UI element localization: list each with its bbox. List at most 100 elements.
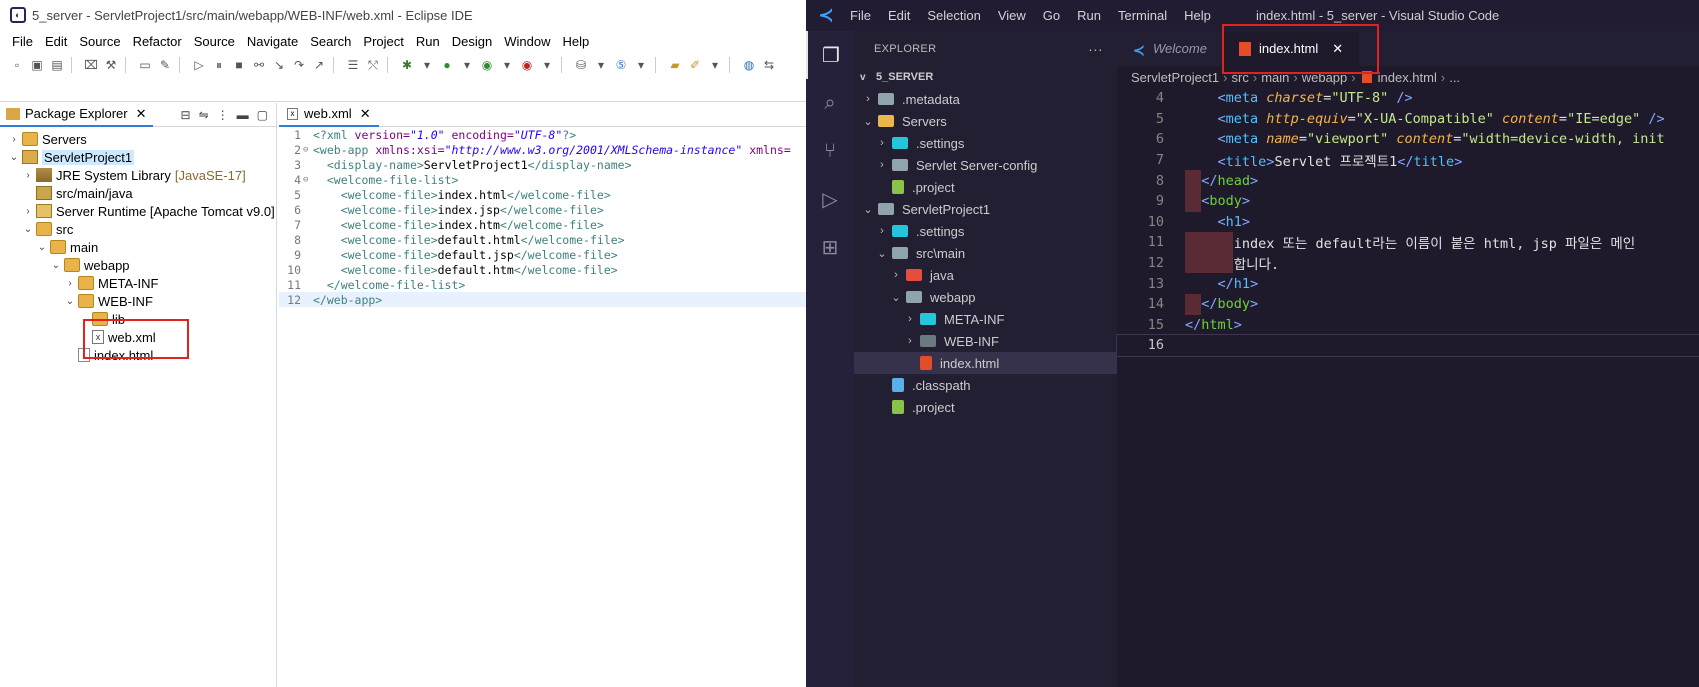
- edit-icon[interactable]: ✐: [686, 56, 704, 74]
- chevron-right-icon[interactable]: ›: [22, 170, 34, 181]
- workspace-root[interactable]: v 5_SERVER: [854, 66, 1117, 88]
- explorer-item[interactable]: .classpath: [854, 374, 1117, 396]
- maximize-icon[interactable]: ▢: [257, 108, 268, 122]
- step-over-icon[interactable]: ↷: [290, 56, 308, 74]
- explorer-item[interactable]: › WEB-INF: [854, 330, 1117, 352]
- chevron-down-icon[interactable]: ⌄: [36, 242, 48, 253]
- menu-item[interactable]: Edit: [888, 8, 910, 23]
- chevron-right-icon[interactable]: ›: [64, 278, 76, 289]
- source-control-icon[interactable]: ⑂: [806, 127, 854, 175]
- explorer-item[interactable]: ⌄ Servers: [854, 110, 1117, 132]
- tree-item[interactable]: ⌄ WEB-INF: [0, 292, 276, 310]
- chevron-right-icon[interactable]: ›: [874, 225, 890, 237]
- explorer-item[interactable]: .project: [854, 396, 1117, 418]
- menu-item[interactable]: Source: [73, 34, 126, 49]
- explorer-item[interactable]: .project: [854, 176, 1117, 198]
- menu-item[interactable]: Run: [410, 34, 446, 49]
- collapse-all-icon[interactable]: ⊟: [181, 108, 191, 122]
- menu-item[interactable]: Selection: [927, 8, 980, 23]
- chevron-down-icon[interactable]: ⌄: [8, 152, 20, 163]
- new-server-icon[interactable]: ⛁: [572, 56, 590, 74]
- chevron-down-icon[interactable]: ⌄: [64, 296, 76, 307]
- chevron-down-icon[interactable]: ▾: [706, 56, 724, 74]
- menu-item[interactable]: Terminal: [1118, 8, 1167, 23]
- explorer-item[interactable]: › Servlet Server-config: [854, 154, 1117, 176]
- tree-item[interactable]: › Server Runtime [Apache Tomcat v9.0]: [0, 202, 276, 220]
- code-area[interactable]: 4 <meta charset="UTF-8" /> 5 <meta http-e…: [1116, 88, 1699, 357]
- chevron-down-icon[interactable]: ⌄: [50, 260, 62, 271]
- menu-item[interactable]: Run: [1077, 8, 1101, 23]
- explorer-item[interactable]: › java: [854, 264, 1117, 286]
- build-icon[interactable]: ⚒: [102, 56, 120, 74]
- step-into-icon[interactable]: ↘: [270, 56, 288, 74]
- tree-item[interactable]: › JRE System Library [JavaSE-17]: [0, 166, 276, 184]
- view-menu-icon[interactable]: ⋮: [217, 108, 229, 122]
- menu-item[interactable]: Project: [357, 34, 409, 49]
- external-tools-icon[interactable]: ◉: [518, 56, 536, 74]
- tree-item[interactable]: ⌄ src: [0, 220, 276, 238]
- tab-package-explorer[interactable]: Package Explorer ✕: [0, 103, 153, 127]
- chevron-down-icon[interactable]: ⌄: [888, 291, 904, 304]
- tree-item[interactable]: › Servers: [0, 130, 276, 148]
- close-icon[interactable]: ✕: [360, 106, 371, 122]
- run-server-icon[interactable]: ◉: [478, 56, 496, 74]
- chevron-down-icon[interactable]: ⌄: [860, 203, 876, 216]
- chevron-right-icon[interactable]: ›: [874, 159, 890, 171]
- breadcrumb-item[interactable]: ...: [1449, 70, 1460, 85]
- chevron-right-icon[interactable]: ›: [22, 206, 34, 217]
- chevron-right-icon[interactable]: ›: [902, 335, 918, 347]
- chevron-right-icon[interactable]: ›: [860, 93, 876, 105]
- suspend-icon[interactable]: ⏸: [210, 56, 228, 74]
- tab-web-xml[interactable]: x web.xml ✕: [279, 103, 379, 127]
- debug-icon[interactable]: ✱: [398, 56, 416, 74]
- extensions-icon[interactable]: ⊞: [806, 223, 854, 271]
- menu-item[interactable]: View: [998, 8, 1026, 23]
- tree-item[interactable]: ⌄ webapp: [0, 256, 276, 274]
- tree-item[interactable]: ⌄ ServletProject1: [0, 148, 276, 166]
- chevron-down-icon[interactable]: ▾: [418, 56, 436, 74]
- chevron-down-icon[interactable]: ▾: [498, 56, 516, 74]
- chevron-down-icon[interactable]: ▾: [458, 56, 476, 74]
- search-icon[interactable]: ⌕: [806, 79, 854, 127]
- chevron-right-icon[interactable]: ›: [8, 134, 20, 145]
- fold-icon[interactable]: ⊖: [303, 175, 313, 185]
- breadcrumb-item[interactable]: ServletProject1: [1131, 70, 1219, 85]
- chevron-down-icon[interactable]: ⌄: [22, 224, 34, 235]
- more-actions-icon[interactable]: ···: [1088, 41, 1103, 57]
- disconnect-icon[interactable]: ⚯: [250, 56, 268, 74]
- explorer-item[interactable]: › META-INF: [854, 308, 1117, 330]
- tree-item[interactable]: › META-INF: [0, 274, 276, 292]
- link-editor-icon[interactable]: ⇋: [199, 108, 209, 122]
- menu-item[interactable]: Window: [498, 34, 556, 49]
- chevron-down-icon[interactable]: ⌄: [874, 247, 890, 260]
- save-all-icon[interactable]: ▤: [48, 56, 66, 74]
- chevron-down-icon[interactable]: ▾: [538, 56, 556, 74]
- pin-icon[interactable]: ✎: [156, 56, 174, 74]
- chevron-down-icon[interactable]: ⌄: [860, 115, 876, 128]
- menu-item[interactable]: Search: [304, 34, 357, 49]
- menu-item[interactable]: Edit: [39, 34, 73, 49]
- breadcrumb-item[interactable]: index.html: [1378, 70, 1437, 85]
- explorer-icon[interactable]: ❐: [806, 31, 854, 79]
- code-area[interactable]: 1 <?xml version="1.0" encoding="UTF-8"?> 2…: [279, 127, 806, 307]
- open-type-icon[interactable]: ⌧: [82, 56, 100, 74]
- chevron-down-icon[interactable]: ▾: [632, 56, 650, 74]
- menu-item[interactable]: Design: [446, 34, 498, 49]
- close-icon[interactable]: ✕: [136, 106, 147, 122]
- step-return-icon[interactable]: ↗: [310, 56, 328, 74]
- menu-item[interactable]: File: [6, 34, 39, 49]
- minimize-icon[interactable]: ▬: [237, 108, 249, 122]
- explorer-item[interactable]: ⌄ ServletProject1: [854, 198, 1117, 220]
- run-debug-icon[interactable]: ▷: [806, 175, 854, 223]
- explorer-item[interactable]: index.html: [854, 352, 1117, 374]
- globe-icon[interactable]: ◍: [740, 56, 758, 74]
- navigate-icon[interactable]: ⇆: [760, 56, 778, 74]
- explorer-item[interactable]: › .settings: [854, 132, 1117, 154]
- spring-icon[interactable]: ⑤: [612, 56, 630, 74]
- console-icon[interactable]: ▭: [136, 56, 154, 74]
- tab-welcome[interactable]: ≺ Welcome: [1117, 31, 1223, 66]
- menu-item[interactable]: Help: [556, 34, 595, 49]
- chevron-right-icon[interactable]: ›: [874, 137, 890, 149]
- new-icon[interactable]: ▫: [8, 56, 26, 74]
- fold-icon[interactable]: ⊖: [303, 145, 313, 155]
